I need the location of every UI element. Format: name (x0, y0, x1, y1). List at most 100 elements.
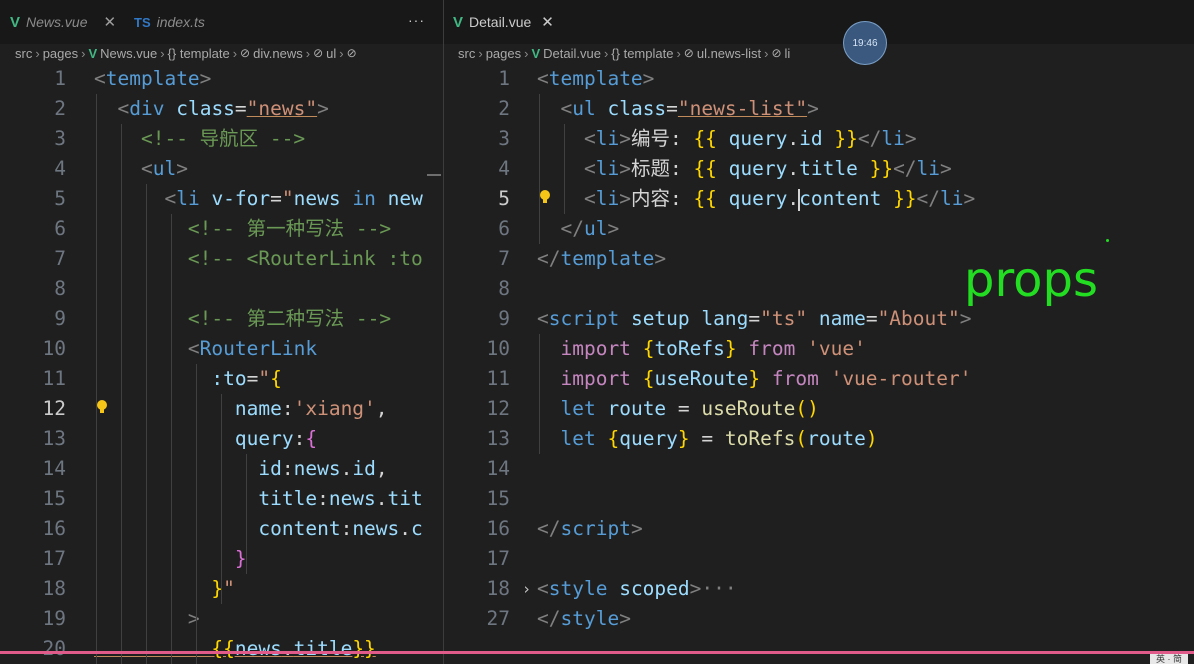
code-editor[interactable]: 1 <template> 2 <div class="news"> 3 <!-- 导航… (0, 64, 443, 664)
line-number: 16 (486, 517, 510, 540)
lightbulb-icon[interactable] (539, 189, 551, 205)
breadcrumb-item[interactable]: pages (43, 46, 78, 61)
code-line[interactable]: 2 <ul class="news-list"> (444, 94, 1194, 124)
breadcrumb-item[interactable]: pages (486, 46, 521, 61)
code-text: <!-- 第一种写法 --> (94, 214, 391, 244)
code-editor[interactable]: 1 <template> 2 <ul class="news-list"> 3 <li… (444, 64, 1194, 664)
code-token: class (176, 97, 235, 120)
code-line[interactable]: 11 import {useRoute} from 'vue-router' (444, 364, 1194, 394)
code-token: query (234, 427, 294, 450)
code-line[interactable]: 6 <!-- 第一种写法 --> (0, 214, 443, 244)
code-line[interactable]: 18 <style scoped>··· › (444, 574, 1194, 604)
code-line[interactable]: 5 <li>内容: {{ query.content }}</li> (444, 184, 1194, 214)
code-line[interactable]: 6 </ul> (444, 214, 1194, 244)
line-number: 5 (54, 187, 66, 210)
code-token: > (199, 67, 212, 90)
more-actions-icon[interactable]: ··· (408, 12, 425, 28)
code-line[interactable]: 8 (0, 274, 443, 304)
code-line[interactable]: 4 <li>标题: {{ query.title }}</li> (444, 154, 1194, 184)
code-line[interactable]: 27 </style> (444, 604, 1194, 634)
code-token: = (246, 367, 259, 390)
code-line[interactable]: 16 </script> (444, 514, 1194, 544)
code-token: title (799, 157, 858, 180)
code-line[interactable]: 10 <RouterLink (0, 334, 443, 364)
close-icon[interactable]: ✕ (541, 13, 554, 31)
line-number: 10 (42, 337, 66, 360)
vue-file-icon: V (88, 45, 98, 61)
code-line[interactable]: 11 :to="{ (0, 364, 443, 394)
indent-guide (196, 364, 197, 664)
breadcrumb-item[interactable]: ⊘ ul (313, 46, 336, 61)
breadcrumb-item[interactable]: src (458, 46, 475, 61)
chevron-right-icon: › (764, 45, 769, 61)
code-text: <!-- <RouterLink :to (94, 244, 423, 274)
code-line[interactable]: 2 <div class="news"> (0, 94, 443, 124)
code-text: <!-- 导航区 --> (94, 124, 305, 154)
code-token: }} (352, 637, 376, 660)
code-token: > (642, 67, 655, 90)
breadcrumb-item[interactable]: {} template (168, 46, 230, 61)
code-token: news (293, 187, 341, 210)
code-token: ul (152, 157, 177, 180)
line-number: 4 (54, 157, 66, 180)
breadcrumb-item[interactable]: V News.vue (88, 46, 157, 61)
code-token: ul (572, 97, 596, 120)
code-token: import (560, 367, 631, 390)
chevron-right-icon[interactable]: › (522, 574, 531, 604)
code-line[interactable]: 17 (444, 544, 1194, 574)
breadcrumb-item[interactable]: V Detail.vue (531, 46, 600, 61)
tab-detail-vue[interactable]: V Detail.vue ✕ (453, 8, 554, 36)
code-token: query (728, 127, 788, 150)
code-token: 'xiang' (293, 397, 376, 420)
code-line[interactable]: 9 <script setup lang="ts" name="About"> (444, 304, 1194, 334)
breadcrumb-item[interactable]: ⊘ ul.news-list (684, 46, 761, 61)
breadcrumb-item[interactable]: src (15, 46, 32, 61)
code-line[interactable]: 5 <li v-for="news in new (0, 184, 443, 214)
code-line[interactable]: 3 <!-- 导航区 --> (0, 124, 443, 154)
code-line[interactable]: 19 > (0, 604, 443, 634)
code-line[interactable]: 1 <template> (444, 64, 1194, 94)
code-token: > (963, 187, 976, 210)
code-token: , (375, 457, 388, 480)
code-line[interactable]: 15 (444, 484, 1194, 514)
code-text: {{news.title}} (94, 634, 376, 664)
code-line[interactable]: 10 import {toRefs} from 'vue' (444, 334, 1194, 364)
code-token: </ (537, 517, 561, 540)
code-token: . (787, 127, 800, 150)
code-line[interactable]: 13 let {query} = toRefs(route) (444, 424, 1194, 454)
close-icon[interactable]: ✕ (103, 13, 116, 31)
code-token: } (234, 547, 247, 570)
code-token: = (666, 97, 678, 120)
tab-news-vue[interactable]: V News.vue ✕ (10, 8, 116, 36)
breadcrumb: src › pages › V News.vue › {} template › … (0, 44, 443, 62)
code-token: title (293, 637, 353, 660)
code-token: { (270, 367, 282, 390)
tab-index-ts[interactable]: TS index.ts (134, 8, 205, 36)
breadcrumb-item[interactable]: {} template (611, 46, 673, 61)
code-token: " (281, 187, 294, 210)
breadcrumb-item[interactable]: ⊘ div.news (240, 46, 303, 61)
code-line[interactable]: 4 <ul> (0, 154, 443, 184)
line-number: 11 (486, 367, 510, 390)
code-line[interactable]: 9 <!-- 第二种写法 --> (0, 304, 443, 334)
code-text: <li>内容: {{ query.content }}</li> (537, 184, 975, 214)
code-line[interactable]: 14 (444, 454, 1194, 484)
lightbulb-icon[interactable] (96, 399, 108, 415)
code-line[interactable]: 1 <template> (0, 64, 443, 94)
code-line[interactable]: 7 <!-- <RouterLink :to (0, 244, 443, 274)
code-text: <style scoped>··· (537, 574, 737, 604)
breadcrumb-item[interactable]: ⊘ li (771, 46, 790, 61)
line-number: 5 (498, 187, 510, 210)
code-text: content:news.c (94, 514, 422, 544)
code-token: {{ (693, 127, 717, 150)
code-text: <ul> (94, 154, 188, 184)
code-line[interactable]: 3 <li>编号: {{ query.id }}</li> (444, 124, 1194, 154)
ime-indicator[interactable]: 英 · 简 (1150, 654, 1188, 664)
code-line[interactable]: 12 let route = useRoute() (444, 394, 1194, 424)
code-token: RouterLink (199, 337, 318, 360)
code-line[interactable]: 20 {{news.title}} (0, 634, 443, 664)
